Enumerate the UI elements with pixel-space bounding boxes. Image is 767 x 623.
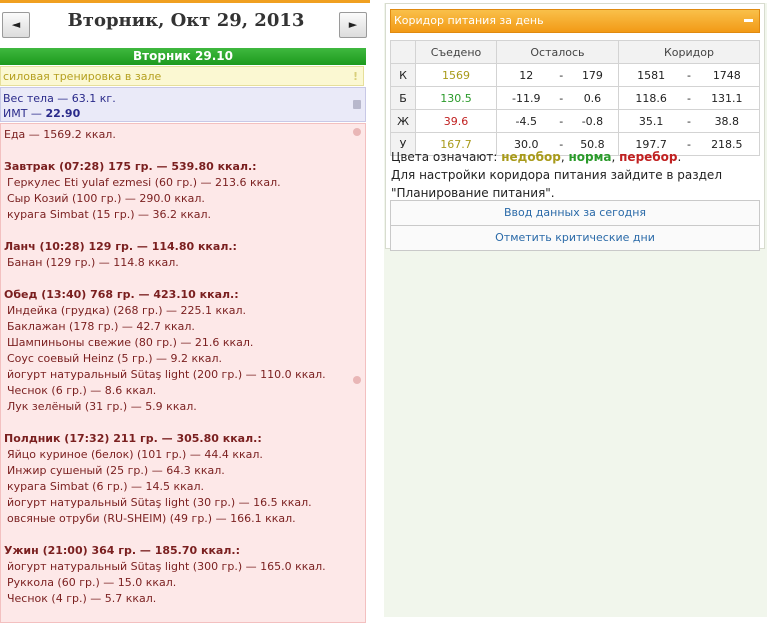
eaten-value: 39.6 <box>415 109 497 133</box>
mark-critical-days-button[interactable]: Отметить критические дни <box>390 225 760 251</box>
dash-separator: - <box>555 63 567 87</box>
eaten-value: 1569 <box>415 63 497 87</box>
day-bar: Вторник 29.10 <box>0 48 366 65</box>
remaining-max: 179 <box>566 63 619 87</box>
exclamation-icon: ! <box>352 70 358 83</box>
pin-icon[interactable] <box>353 376 361 384</box>
minimize-icon[interactable] <box>744 19 753 22</box>
corridor-panel: Коридор питания за день Съедено Осталось… <box>385 3 765 251</box>
corridor-max: 1748 <box>694 63 760 87</box>
food-item[interactable]: Инжир сушеный (25 гр.) — 64.3 ккал. <box>4 463 365 479</box>
eaten-value: 130.5 <box>415 86 497 110</box>
legend-prefix: Цвета означают: <box>391 150 502 164</box>
corridor-min: 35.1 <box>617 109 684 133</box>
meal-title[interactable]: Завтрак (07:28) 175 гр. — 539.80 ккал.: <box>4 159 365 175</box>
body-weight: Вес тела — 63.1 кг. <box>3 92 116 105</box>
prev-day-button[interactable]: ◄ <box>2 12 30 38</box>
corridor-row: Ж 39.6 -4.5- -0.8 35.1-38.8 <box>390 109 760 133</box>
dash-separator: - <box>555 109 567 133</box>
meal-title[interactable]: Ланч (10:28) 129 гр. — 114.80 ккал.: <box>4 239 365 255</box>
dash-separator: - <box>555 86 567 110</box>
food-item[interactable]: Чеснок (6 гр.) — 8.6 ккал. <box>4 383 365 399</box>
date-title: Вторник, Окт 29, 2013 <box>67 10 305 31</box>
header-remaining: Осталось <box>496 40 619 64</box>
enter-today-button[interactable]: Ввод данных за сегодня <box>390 200 760 226</box>
food-item[interactable]: Чеснок (4 гр.) — 5.7 ккал. <box>4 591 365 607</box>
bmi-label: ИМТ — <box>3 107 46 120</box>
corridor-table: Съедено Осталось Коридор К 1569 12-179 1581… <box>390 40 761 156</box>
body-stats[interactable]: Вес тела — 63.1 кг. ИМТ — 22.90 <box>0 87 366 122</box>
remaining-max: 0.6 <box>566 86 619 110</box>
food-item[interactable]: Индейка (грудка) (268 гр.) — 225.1 ккал. <box>4 303 365 319</box>
food-total: Еда — 1569.2 ккал. <box>4 128 116 141</box>
corridor-min: 1581 <box>617 63 684 87</box>
row-label: К <box>390 63 416 87</box>
bmi-line: ИМТ — 22.90 <box>3 106 363 121</box>
trash-icon[interactable] <box>353 100 361 109</box>
dash-separator: - <box>683 63 695 87</box>
food-item[interactable]: овсяные отруби (RU-SHEIM) (49 гр.) — 166… <box>4 511 365 527</box>
corridor-max: 131.1 <box>694 86 760 110</box>
food-item[interactable]: курага Simbat (6 гр.) — 14.5 ккал. <box>4 479 365 495</box>
date-header: ◄ Вторник, Окт 29, 2013 ► <box>0 3 370 47</box>
meals-list: Завтрак (07:28) 175 гр. — 539.80 ккал.: Г… <box>4 159 365 607</box>
right-pane: Коридор питания за день Съедено Осталось… <box>384 3 767 617</box>
food-log: Еда — 1569.2 ккал. Завтрак (07:28) 175 г… <box>0 123 366 623</box>
settings-note: Для настройки коридора питания зайдите в… <box>391 168 722 200</box>
remaining-max: -0.8 <box>566 109 619 133</box>
food-item[interactable]: йогурт натуральный Sütaş light (300 гр.)… <box>4 559 365 575</box>
row-label: Ж <box>390 109 416 133</box>
food-item[interactable]: Яйцо куриное (белок) (101 гр.) — 44.4 кк… <box>4 447 365 463</box>
food-item[interactable]: Лук зелёный (31 гр.) — 5.9 ккал. <box>4 399 365 415</box>
remaining-min: -4.5 <box>495 109 556 133</box>
food-item[interactable]: Руккола (60 гр.) — 15.0 ккал. <box>4 575 365 591</box>
legend: Цвета означают: недобор, норма, перебор.… <box>391 148 761 202</box>
header-label <box>390 40 416 64</box>
dash-separator: - <box>683 86 695 110</box>
pin-icon[interactable] <box>353 128 361 136</box>
corridor-row: Б 130.5 -11.9-0.6 118.6-131.1 <box>390 86 760 110</box>
food-item[interactable]: Геркулес Eti yulaf ezmesi (60 гр.) — 213… <box>4 175 365 191</box>
legend-colors: Цвета означают: недобор, норма, перебор. <box>391 148 761 166</box>
food-item[interactable]: йогурт натуральный Sütaş light (200 гр.)… <box>4 367 365 383</box>
corridor-max: 38.8 <box>694 109 760 133</box>
panel-header: Коридор питания за день <box>390 9 760 33</box>
food-item[interactable]: Шампиньоны свежие (80 гр.) — 21.6 ккал. <box>4 335 365 351</box>
panel-title: Коридор питания за день <box>394 14 544 27</box>
workout-note[interactable]: силовая тренировка в зале ! <box>0 66 364 86</box>
meal-title[interactable]: Полдник (17:32) 211 гр. — 305.80 ккал.: <box>4 431 365 447</box>
remaining-min: 12 <box>495 63 556 87</box>
next-day-button[interactable]: ► <box>339 12 367 38</box>
corridor-row: К 1569 12-179 1581-1748 <box>390 63 760 87</box>
food-item[interactable]: Банан (129 гр.) — 114.8 ккал. <box>4 255 365 271</box>
workout-text: силовая тренировка в зале <box>3 70 162 83</box>
row-label: Б <box>390 86 416 110</box>
legend-over: перебор <box>619 150 678 164</box>
legend-norm: норма <box>568 150 612 164</box>
food-item[interactable]: Сыр Козий (100 гр.) — 290.0 ккал. <box>4 191 365 207</box>
header-eaten: Съедено <box>415 40 497 64</box>
legend-end: . <box>677 150 682 164</box>
food-item[interactable]: йогурт натуральный Sütaş light (30 гр.) … <box>4 495 365 511</box>
meal-title[interactable]: Ужин (21:00) 364 гр. — 185.70 ккал.: <box>4 543 365 559</box>
legend-sep: , <box>611 150 620 164</box>
legend-under: недобор <box>501 150 561 164</box>
food-item[interactable]: Баклажан (178 гр.) — 42.7 ккал. <box>4 319 365 335</box>
dash-separator: - <box>683 109 695 133</box>
remaining-min: -11.9 <box>495 86 556 110</box>
bmi-value: 22.90 <box>45 107 81 120</box>
header-corridor: Коридор <box>617 40 761 64</box>
corridor-min: 118.6 <box>617 86 684 110</box>
food-item[interactable]: курага Simbat (15 гр.) — 36.2 ккал. <box>4 207 365 223</box>
food-item[interactable]: Соус соевый Heinz (5 гр.) — 9.2 ккал. <box>4 351 365 367</box>
meal-title[interactable]: Обед (13:40) 768 гр. — 423.10 ккал.: <box>4 287 365 303</box>
